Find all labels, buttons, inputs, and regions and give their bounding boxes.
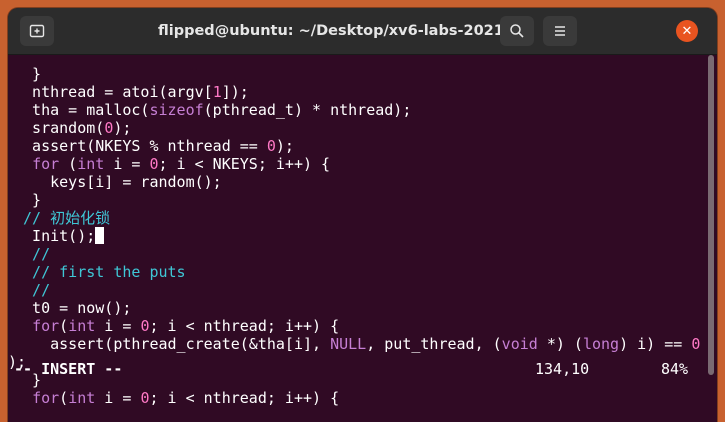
close-button[interactable]: ✕	[676, 20, 698, 42]
code-line: keys[i] = random();	[14, 173, 222, 191]
search-icon	[510, 24, 524, 38]
cursor-position: 134,10	[535, 360, 590, 378]
code-line: }	[14, 191, 42, 209]
menu-icon	[555, 26, 565, 36]
scrollbar[interactable]	[708, 55, 714, 375]
code-line: }	[14, 65, 42, 83]
code-comment: // 初始化锁	[14, 209, 111, 227]
close-icon: ✕	[681, 23, 693, 39]
window-title: flipped@ubuntu: ~/Desktop/xv6-labs-2021	[158, 23, 504, 39]
scroll-percent: 84%	[661, 360, 689, 378]
code-comment: //	[14, 245, 51, 263]
code-line: assert(NKEYS % nthread == 0);	[14, 137, 294, 155]
code-comment: //	[14, 281, 51, 299]
code-line: t0 = now();	[14, 299, 132, 317]
code-line: nthread = atoi(argv[1]);	[14, 83, 249, 101]
text-cursor	[95, 227, 105, 244]
code-line: tha = malloc(sizeof(pthread_t) * nthread…	[14, 101, 412, 119]
new-tab-button[interactable]	[20, 16, 54, 46]
vim-mode-indicator: -- INSERT --	[14, 360, 123, 378]
status-line: -- INSERT -- 134,10 84%	[8, 360, 708, 378]
code-line: for(int i = 0; i < nthread; i++) {	[32, 317, 340, 335]
terminal-window: flipped@ubuntu: ~/Desktop/xv6-labs-2021 …	[8, 8, 717, 422]
search-button[interactable]	[500, 16, 534, 46]
menu-button[interactable]	[543, 16, 577, 46]
title-bar: flipped@ubuntu: ~/Desktop/xv6-labs-2021 …	[8, 8, 717, 55]
new-tab-icon	[29, 24, 45, 38]
code-comment: // first the puts	[14, 263, 186, 281]
code-line: assert(pthread_create(&tha[i], NULL, put…	[14, 335, 701, 353]
code-line: srandom(0);	[14, 119, 132, 137]
code-line: Init();	[14, 227, 105, 245]
code-line: for(int i = 0; i < nthread; i++) {	[32, 389, 340, 407]
code-line: for (int i = 0; i < NKEYS; i++) {	[32, 155, 331, 173]
